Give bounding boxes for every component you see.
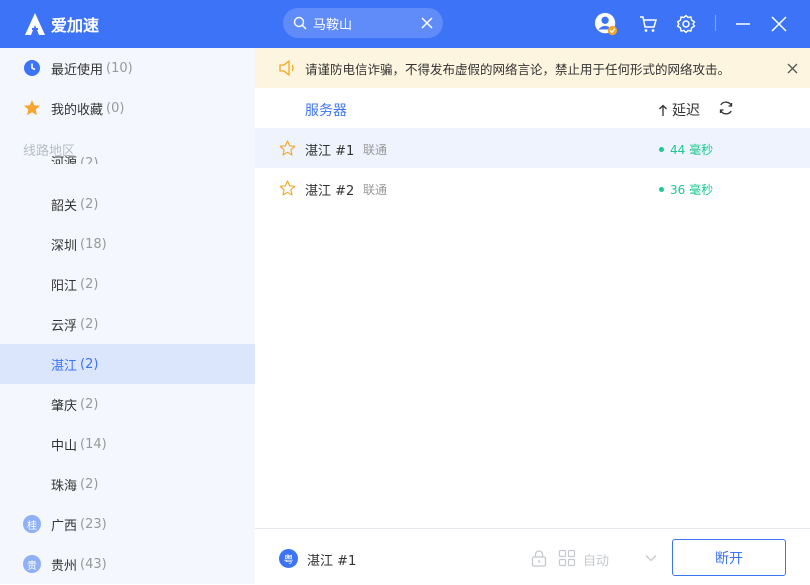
app-logo: 爱加速: [22, 11, 99, 37]
sidebar-item-label: 贵州: [51, 558, 78, 574]
sidebar-item-label: 肇庆: [51, 398, 78, 414]
sidebar-item-label: 湛江: [51, 358, 78, 374]
sidebar-item-label: 最近使用: [51, 62, 104, 78]
sidebar-item-label: 韶关: [51, 198, 78, 214]
sidebar-item-favorites[interactable]: 我的收藏 (0): [0, 88, 255, 128]
column-latency-label: 延迟: [672, 103, 700, 119]
sidebar-item-city[interactable]: 阳江 (2): [0, 264, 255, 304]
search-input[interactable]: 马鞍山: [313, 14, 421, 33]
column-latency[interactable]: 延迟: [658, 100, 700, 120]
ping-value: 44 毫秒: [670, 143, 714, 157]
sidebar-item-label: 广西: [51, 518, 78, 534]
close-icon[interactable]: [767, 12, 791, 36]
server-name: 湛江 #1: [305, 144, 355, 159]
sidebar-item-city[interactable]: 肇庆 (2): [0, 384, 255, 424]
sidebar-item-count: (2): [80, 356, 99, 372]
search-box[interactable]: 马鞍山: [283, 8, 443, 38]
avatar-icon[interactable]: [594, 12, 618, 36]
sidebar-item-count: (2): [80, 396, 99, 412]
minimize-icon[interactable]: [731, 12, 755, 36]
sidebar-item-label: 云浮: [51, 318, 78, 334]
favorite-star-icon[interactable]: [279, 140, 296, 156]
notice-banner: 请谨防电信诈骗，不得发布虚假的网络言论，禁止用于任何形式的网络攻击。: [255, 48, 810, 88]
server-isp: 联通: [363, 143, 388, 157]
gear-icon[interactable]: [674, 12, 698, 36]
sidebar-item-count: (10): [106, 60, 133, 76]
sidebar-item-label: 我的收藏: [51, 102, 104, 118]
notice-text: 请谨防电信诈骗，不得发布虚假的网络言论，禁止用于任何形式的网络攻击。: [305, 61, 731, 77]
clock-icon: [23, 59, 41, 77]
search-icon: [293, 16, 307, 30]
server-ping: 44 毫秒: [659, 141, 713, 158]
star-icon: [23, 99, 41, 117]
logo-icon: [25, 13, 45, 35]
favorite-star-icon[interactable]: [279, 180, 296, 196]
connected-region-badge: 粤: [279, 549, 298, 568]
mode-grid-icon[interactable]: [558, 549, 576, 567]
province-badge: 桂: [23, 515, 41, 533]
main-panel: 请谨防电信诈骗，不得发布虚假的网络言论，禁止用于任何形式的网络攻击。 服务器 延…: [255, 48, 810, 585]
sidebar-item-count: (2): [80, 476, 99, 492]
ping-value: 36 毫秒: [670, 183, 714, 197]
cart-icon[interactable]: [636, 12, 660, 36]
sort-arrow-up-icon: [659, 104, 667, 116]
sidebar-item-count: (2): [80, 196, 99, 212]
sidebar-item-count: (2): [80, 276, 99, 292]
titlebar-divider: [715, 15, 716, 31]
province-badge: 贵: [23, 555, 41, 573]
sidebar-item-label: 河源: [51, 156, 78, 164]
sidebar-item-province[interactable]: 桂 广西 (23): [0, 504, 255, 544]
mode-select[interactable]: 自动: [583, 550, 609, 569]
sidebar-item-count: (23): [80, 516, 107, 532]
sidebar-item-count: (0): [106, 100, 125, 116]
lock-icon[interactable]: [530, 549, 548, 567]
ping-dot: [659, 187, 664, 192]
sidebar-item-city[interactable]: 云浮 (2): [0, 304, 255, 344]
close-notice-icon[interactable]: [787, 63, 798, 74]
sidebar-item-label: 珠海: [51, 478, 78, 494]
server-ping: 36 毫秒: [659, 181, 713, 198]
sidebar-item-city[interactable]: 中山 (14): [0, 424, 255, 464]
sidebar-item-count: (2): [80, 316, 99, 332]
connected-server-name: 湛江 #1: [307, 554, 357, 569]
refresh-icon[interactable]: [718, 100, 734, 116]
sidebar-item-city[interactable]: 珠海 (2): [0, 464, 255, 504]
sidebar-item-count: (2): [80, 156, 99, 164]
disconnect-button[interactable]: 断开: [672, 539, 786, 576]
table-header: 服务器 延迟: [255, 88, 810, 128]
sidebar-item-partial[interactable]: 河源 (2): [0, 150, 255, 164]
ping-dot: [659, 147, 664, 152]
sidebar: 最近使用 (10) 我的收藏 (0) 线路地区 河源 (2) 韶关 (2) 深圳…: [0, 48, 255, 584]
sidebar-item-count: (43): [80, 556, 107, 572]
sidebar-item-city[interactable]: 韶关 (2): [0, 184, 255, 224]
server-name: 湛江 #2: [305, 184, 355, 199]
sidebar-item-province[interactable]: 贵 贵州 (43): [0, 544, 255, 584]
sidebar-item-label: 深圳: [51, 238, 78, 254]
chevron-down-icon[interactable]: [645, 553, 657, 563]
server-isp: 联通: [363, 183, 388, 197]
speaker-icon: [279, 60, 294, 76]
sidebar-item-label: 阳江: [51, 278, 78, 294]
sidebar-item-count: (18): [80, 236, 107, 252]
sidebar-item-label: 中山: [51, 438, 78, 454]
title-bar: 爱加速 马鞍山: [0, 0, 810, 48]
sidebar-item-city[interactable]: 深圳 (18): [0, 224, 255, 264]
sidebar-item-city-active[interactable]: 湛江 (2): [0, 344, 255, 384]
sidebar-item-recent[interactable]: 最近使用 (10): [0, 48, 255, 88]
column-server[interactable]: 服务器: [305, 100, 347, 120]
server-row[interactable]: 湛江 #1 联通 44 毫秒: [255, 128, 810, 168]
server-row[interactable]: 湛江 #2 联通 36 毫秒: [255, 168, 810, 208]
connection-bar: 粤 湛江 #1 自动 断开: [255, 528, 810, 585]
app-name: 爱加速: [51, 16, 100, 35]
sidebar-item-count: (14): [80, 436, 107, 452]
clear-search-icon[interactable]: [421, 17, 433, 29]
